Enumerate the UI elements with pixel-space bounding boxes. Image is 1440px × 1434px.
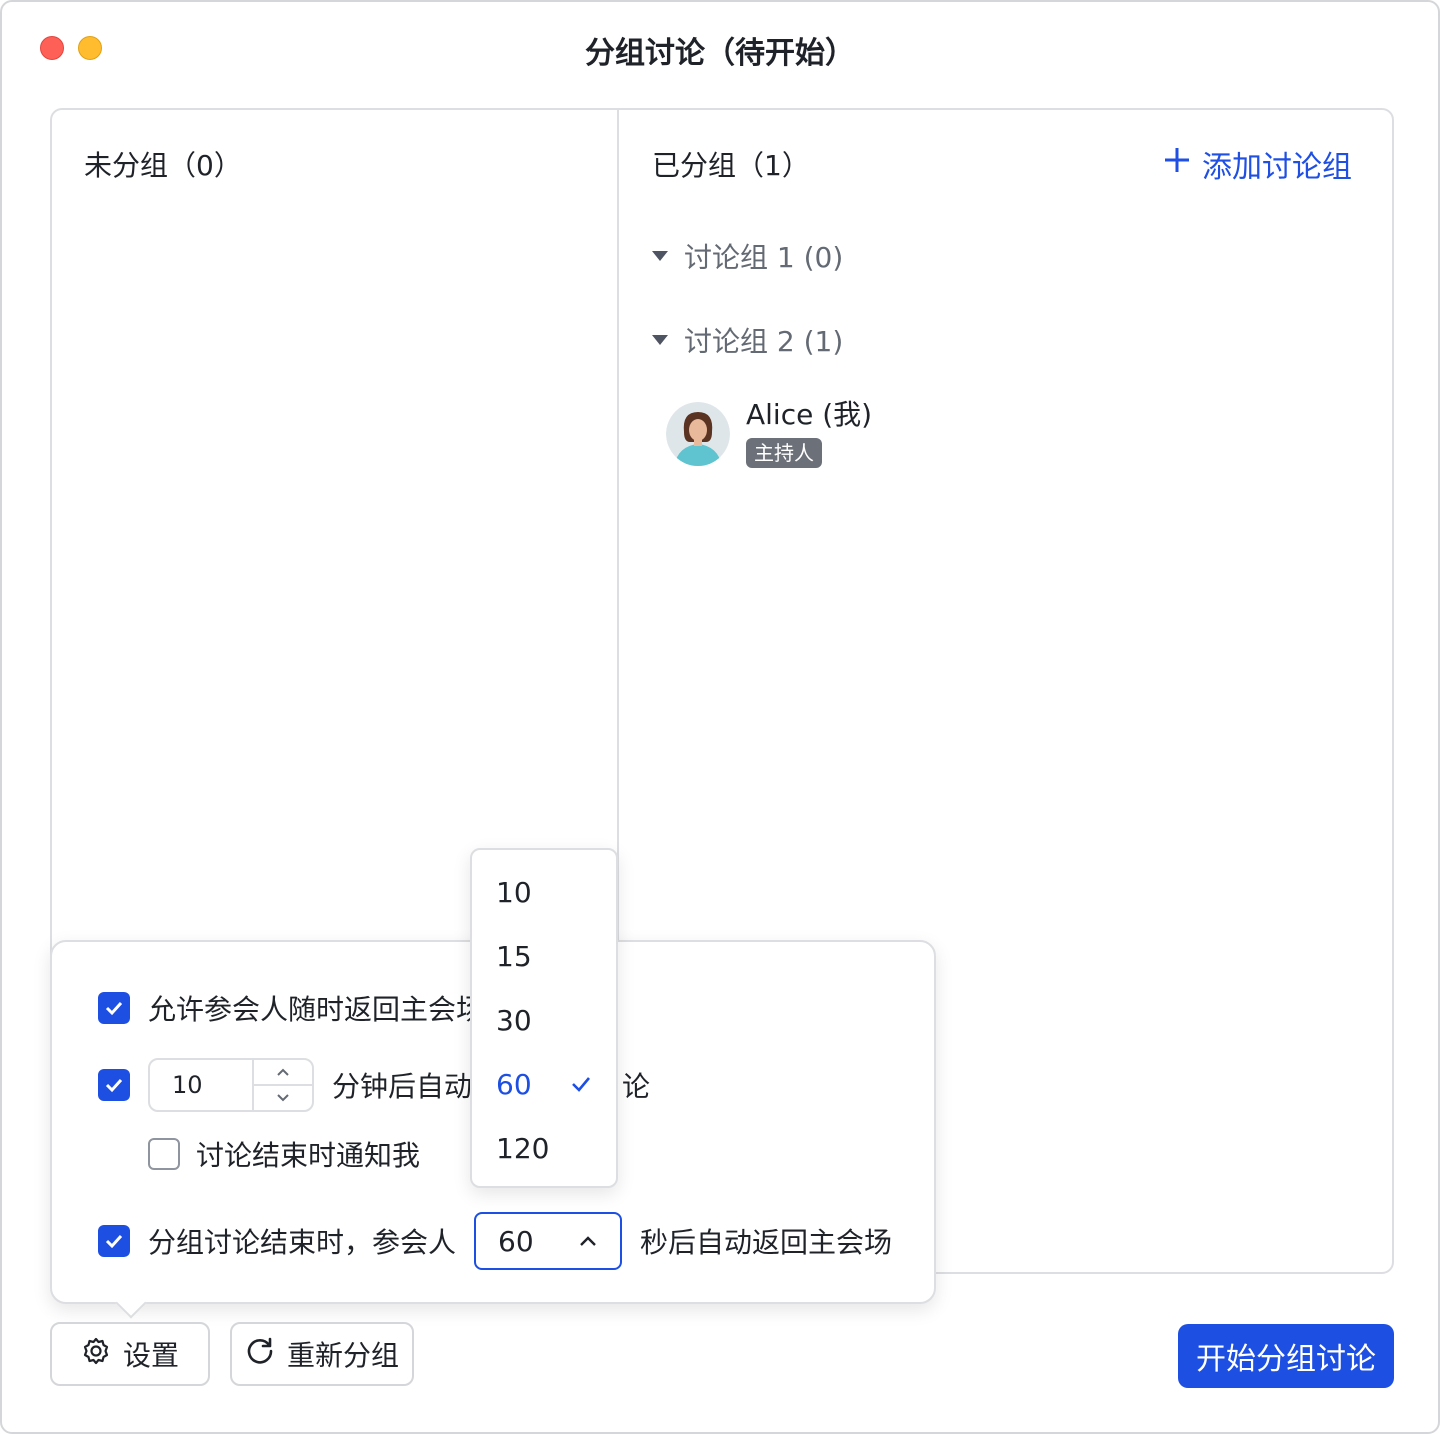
member-name: Alice (我)	[746, 398, 873, 431]
popover-arrow	[115, 1287, 147, 1319]
allow-return-checkbox[interactable]	[98, 992, 130, 1024]
group-label: 讨论组 2 (1)	[684, 325, 844, 358]
settings-button[interactable]: 设置	[50, 1322, 210, 1386]
check-icon	[105, 1234, 123, 1249]
notify-checkbox[interactable]	[148, 1138, 180, 1170]
dropdown-option[interactable]: 15	[472, 924, 616, 988]
auto-return-label-before: 分组讨论结束时，参会人	[148, 1226, 457, 1259]
seconds-select[interactable]: 60	[474, 1212, 623, 1270]
group-row-1[interactable]: 讨论组 1 (0)	[652, 236, 843, 276]
breakout-window: 分组讨论（待开始） 未分组（0） 已分组（1） 添加讨论组 讨论组 1 (0) …	[0, 0, 1440, 1434]
caret-down-icon	[652, 335, 668, 345]
auto-return-option: 分组讨论结束时，参会人 60 秒后自动返回主会场	[98, 1212, 892, 1270]
refresh-icon	[245, 1336, 275, 1373]
chevron-up-icon	[580, 1236, 596, 1246]
dropdown-option-selected[interactable]: 60	[472, 1052, 616, 1116]
option-label: 30	[496, 1003, 532, 1037]
caret-down-icon	[652, 251, 668, 261]
auto-return-label-after: 秒后自动返回主会场	[640, 1226, 893, 1259]
regroup-label: 重新分组	[286, 1339, 399, 1372]
allow-return-label: 允许参会人随时返回主会场	[148, 993, 485, 1026]
seconds-dropdown-list: 10 15 30 60 120	[470, 848, 618, 1188]
group-row-2[interactable]: 讨论组 2 (1)	[652, 320, 843, 360]
option-label: 10	[496, 875, 532, 909]
dropdown-option[interactable]: 30	[472, 988, 616, 1052]
chevron-up-icon	[277, 1068, 289, 1076]
dropdown-option[interactable]: 120	[472, 1116, 616, 1180]
allow-return-option: 允许参会人随时返回主会场	[98, 988, 484, 1028]
option-label: 15	[496, 939, 532, 973]
add-group-button[interactable]: 添加讨论组	[1162, 142, 1352, 186]
assigned-title: 已分组（1）	[652, 149, 810, 182]
avatar	[666, 402, 730, 466]
option-label: 120	[496, 1131, 550, 1165]
dropdown-option[interactable]: 10	[472, 860, 616, 924]
check-icon	[105, 1001, 123, 1016]
auto-return-checkbox[interactable]	[98, 1225, 130, 1257]
notify-option: 讨论结束时通知我	[148, 1134, 420, 1174]
stepper-up-button[interactable]	[254, 1060, 312, 1086]
notify-label: 讨论结束时通知我	[196, 1139, 421, 1172]
regroup-button[interactable]: 重新分组	[230, 1322, 414, 1386]
seconds-select-value: 60	[498, 1224, 534, 1258]
check-icon	[572, 1077, 590, 1092]
check-icon	[105, 1078, 123, 1093]
minutes-value[interactable]: 10	[150, 1071, 252, 1099]
gear-icon	[81, 1336, 111, 1373]
option-label: 60	[496, 1067, 532, 1101]
auto-end-label-tail: 论	[622, 1070, 651, 1103]
window-title: 分组讨论（待开始）	[585, 36, 855, 71]
chevron-down-icon	[277, 1094, 289, 1102]
group-label: 讨论组 1 (0)	[684, 241, 844, 274]
settings-label: 设置	[122, 1339, 179, 1372]
member-item[interactable]: Alice (我) 主持人	[666, 398, 872, 468]
start-breakout-button[interactable]: 开始分组讨论	[1178, 1324, 1394, 1388]
host-badge: 主持人	[746, 438, 822, 468]
minutes-stepper[interactable]: 10	[148, 1058, 314, 1112]
stepper-down-button[interactable]	[254, 1086, 312, 1110]
plus-icon	[1162, 145, 1192, 183]
auto-end-label: 分钟后自动	[332, 1070, 473, 1103]
add-group-label: 添加讨论组	[1202, 150, 1352, 185]
unassigned-title: 未分组（0）	[84, 149, 242, 182]
auto-end-checkbox[interactable]	[98, 1069, 130, 1101]
